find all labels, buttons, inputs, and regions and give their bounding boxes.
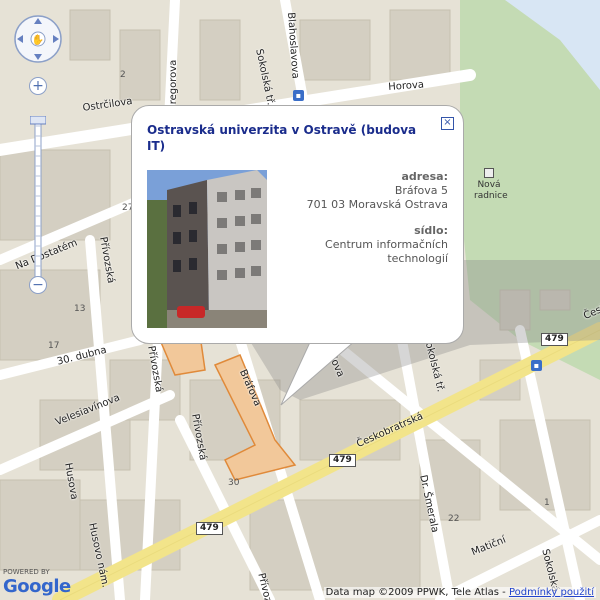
poi-nova-radnice[interactable]: Nová radnice: [474, 168, 508, 202]
pan-control[interactable]: ✋: [13, 14, 63, 64]
terms-link[interactable]: Podmínky použití: [509, 587, 594, 598]
map-attribution: Data map ©2009 PPWK, Tele Atlas - Podmín…: [323, 587, 596, 598]
zoom-out-button[interactable]: −: [29, 276, 47, 294]
address-line: Bráfova 5: [394, 184, 448, 197]
google-wordmark: Google: [3, 576, 71, 597]
seat-label: sídlo:: [414, 224, 448, 237]
seat-line: technologií: [387, 252, 448, 265]
svg-text:✋: ✋: [32, 33, 44, 46]
zoom-slider[interactable]: [30, 116, 46, 286]
house-number: 30: [228, 478, 240, 488]
building-photo: [147, 170, 267, 328]
road-shield: 479: [541, 333, 568, 346]
zoom-in-button[interactable]: +: [29, 77, 47, 95]
infowindow-details: adresa: Bráfova 5 701 03 Moravská Ostrav…: [278, 170, 448, 266]
bus-stop-icon[interactable]: ▪: [531, 360, 542, 371]
seat-line: Centrum informačních: [325, 238, 448, 251]
poi-label: Nová: [477, 180, 501, 190]
house-number: 22: [448, 514, 460, 524]
google-logo[interactable]: POWERED BY Google: [3, 568, 71, 597]
map-canvas[interactable]: Ostrčilova Gregorova Sokolská tř. Blahos…: [0, 0, 600, 600]
close-icon[interactable]: ×: [441, 117, 454, 130]
house-number: 2: [120, 70, 126, 80]
house-number: 17: [48, 341, 60, 351]
road-shield: 479: [329, 454, 356, 467]
powered-by-label: POWERED BY: [3, 568, 50, 576]
attribution-text: Data map ©2009 PPWK, Tele Atlas -: [325, 587, 506, 598]
address-line: 701 03 Moravská Ostrava: [306, 198, 448, 211]
road-shield: 479: [196, 522, 223, 535]
landmark-icon: [484, 168, 494, 178]
house-number: 1: [544, 498, 550, 508]
zoom-thumb: [30, 116, 46, 125]
bus-stop-icon[interactable]: ▪: [293, 90, 304, 101]
address-label: adresa:: [401, 170, 448, 183]
house-number: 13: [74, 304, 86, 314]
infowindow: Ostravská univerzita v Ostravě (budova I…: [131, 105, 464, 344]
infowindow-title: Ostravská univerzita v Ostravě (budova I…: [147, 123, 417, 153]
poi-label: radnice: [474, 191, 508, 201]
